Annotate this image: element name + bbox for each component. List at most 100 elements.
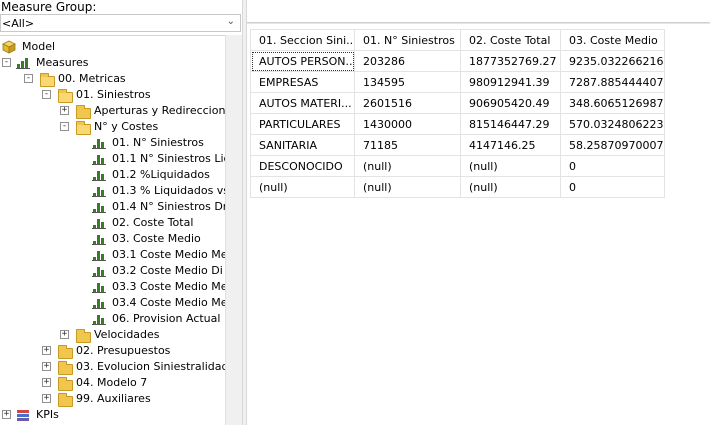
tree-item[interactable]: +99. Auxiliares bbox=[0, 391, 225, 407]
chevron-down-icon[interactable]: ⌄ bbox=[227, 16, 235, 27]
measure-group-dropdown[interactable]: <All> ⌄ bbox=[0, 14, 241, 32]
expand-icon[interactable]: + bbox=[2, 410, 11, 419]
grid-row: DESCONOCIDO (null) (null) 0 bbox=[250, 155, 665, 177]
grid-row: PARTICULARES 1430000 815146447.29 570.03248… bbox=[250, 113, 665, 135]
tree-item-label: KPIs bbox=[36, 408, 59, 421]
tree-item[interactable]: +04. Modelo 7 bbox=[0, 375, 225, 391]
tree-item[interactable]: 02. Coste Total bbox=[0, 215, 225, 231]
column-header[interactable]: 03. Coste Medio bbox=[560, 29, 665, 51]
measure-icon bbox=[92, 201, 106, 213]
folder-icon bbox=[58, 377, 73, 391]
expand-icon[interactable]: + bbox=[42, 346, 51, 355]
grid-cell[interactable]: 4147146.25 bbox=[460, 134, 561, 156]
expand-icon[interactable]: + bbox=[42, 378, 51, 387]
tree-item[interactable]: + KPIs bbox=[0, 407, 225, 423]
grid-row: EMPRESAS 134595 980912941.39 7287.885444407… bbox=[250, 71, 665, 93]
tree-item-label: 06. Provision Actual bbox=[112, 312, 221, 325]
grid-cell[interactable]: 980912941.39 bbox=[460, 71, 561, 93]
grid-cell[interactable]: 0 bbox=[560, 155, 665, 177]
column-header[interactable]: 01. Seccion Sini... bbox=[250, 29, 355, 51]
grid-cell[interactable]: AUTOS PERSON... bbox=[250, 50, 355, 72]
measure-icon bbox=[92, 153, 106, 165]
filter-pane[interactable] bbox=[247, 0, 710, 23]
tree-item[interactable]: 03. Coste Medio bbox=[0, 231, 225, 247]
tree-item[interactable]: 03.2 Coste Medio Di bbox=[0, 263, 225, 279]
folder-icon bbox=[76, 105, 91, 119]
grid-cell[interactable]: EMPRESAS bbox=[250, 71, 355, 93]
grid-cell[interactable]: 906905420.49 bbox=[460, 92, 561, 114]
grid-cell[interactable]: (null) bbox=[460, 176, 561, 198]
grid-cell[interactable]: (null) bbox=[354, 176, 461, 198]
grid-cell[interactable]: 58.25870970007... bbox=[560, 134, 665, 156]
tree-item[interactable]: 06. Provision Actual bbox=[0, 311, 225, 327]
tree-item-label: Measures bbox=[36, 56, 89, 69]
tree-item[interactable]: - N° y Costes bbox=[0, 119, 225, 135]
tree-item[interactable]: + Aperturas y Redireccionam bbox=[0, 103, 225, 119]
tree-item-label: 01.2 %Liquidados bbox=[112, 168, 210, 181]
grid-cell[interactable]: 203286 bbox=[354, 50, 461, 72]
grid-cell[interactable]: 134595 bbox=[354, 71, 461, 93]
results-grid[interactable]: 01. Seccion Sini... 01. N° Siniestros 02… bbox=[250, 29, 665, 198]
grid-cell[interactable]: DESCONOCIDO bbox=[250, 155, 355, 177]
measure-group-label: Measure Group: bbox=[1, 0, 97, 14]
grid-cell[interactable]: 2601516 bbox=[354, 92, 461, 114]
grid-cell[interactable]: PARTICULARES bbox=[250, 113, 355, 135]
collapse-icon[interactable]: - bbox=[42, 90, 51, 99]
grid-cell[interactable]: (null) bbox=[250, 176, 355, 198]
measure-icon bbox=[92, 169, 106, 181]
collapse-icon[interactable]: - bbox=[2, 58, 11, 67]
tree-item[interactable]: + Velocidades bbox=[0, 327, 225, 343]
tree-item[interactable]: 03.3 Coste Medio Me bbox=[0, 279, 225, 295]
tree-item[interactable]: 01.4 N° Siniestros Dr bbox=[0, 199, 225, 215]
grid-cell[interactable]: 71185 bbox=[354, 134, 461, 156]
cube-icon bbox=[2, 40, 16, 54]
measure-icon bbox=[92, 233, 106, 245]
grid-cell[interactable]: 815146447.29 bbox=[460, 113, 561, 135]
tree-vertical-scrollbar[interactable] bbox=[225, 35, 242, 425]
expand-icon[interactable]: + bbox=[60, 330, 69, 339]
measures-icon bbox=[16, 57, 30, 69]
metadata-tree[interactable]: Model - Measures -00. Metricas -01. Siniestr… bbox=[0, 35, 225, 426]
tree-item[interactable]: 03.4 Coste Medio Me bbox=[0, 295, 225, 311]
tree-item-label: Velocidades bbox=[94, 328, 160, 341]
grid-row: AUTOS PERSON... 203286 1877352769.27 9235.0… bbox=[250, 50, 665, 72]
tree-item[interactable]: - 00. Metricas bbox=[0, 71, 225, 87]
tree-item-label: 04. Modelo 7 bbox=[76, 376, 148, 389]
grid-cell[interactable]: 348.6065126987... bbox=[560, 92, 665, 114]
grid-cell[interactable]: SANITARIA bbox=[250, 134, 355, 156]
grid-cell[interactable]: 1877352769.27 bbox=[460, 50, 561, 72]
kpi-icon bbox=[17, 410, 29, 421]
tree-item[interactable]: - Measures bbox=[0, 55, 225, 71]
grid-cell[interactable]: 9235.032266216... bbox=[560, 50, 665, 72]
tree-item[interactable]: - 01. Siniestros bbox=[0, 87, 225, 103]
expand-icon[interactable]: + bbox=[42, 362, 51, 371]
measure-icon bbox=[92, 249, 106, 261]
tree-item[interactable]: 01.3 % Liquidados vs bbox=[0, 183, 225, 199]
tree-item[interactable]: +02. Presupuestos bbox=[0, 343, 225, 359]
folder-icon bbox=[76, 329, 91, 343]
tree-item-label: N° y Costes bbox=[94, 120, 159, 133]
grid-cell[interactable]: 570.0324806223... bbox=[560, 113, 665, 135]
tree-item[interactable]: +03. Evolucion Siniestralidad bbox=[0, 359, 225, 375]
tree-item[interactable]: 03.1 Coste Medio Me bbox=[0, 247, 225, 263]
grid-cell[interactable]: 7287.8854444073 bbox=[560, 71, 665, 93]
grid-cell[interactable]: (null) bbox=[354, 155, 461, 177]
column-header[interactable]: 02. Coste Total bbox=[460, 29, 561, 51]
tree-item[interactable]: 01. N° Siniestros bbox=[0, 135, 225, 151]
tree-item[interactable]: 01.1 N° Siniestros Liq bbox=[0, 151, 225, 167]
collapse-icon[interactable]: - bbox=[60, 122, 69, 131]
grid-cell[interactable]: 0 bbox=[560, 176, 665, 198]
grid-cell[interactable]: 1430000 bbox=[354, 113, 461, 135]
expand-icon[interactable]: + bbox=[60, 106, 69, 115]
grid-cell[interactable]: AUTOS MATERI... bbox=[250, 92, 355, 114]
measure-icon bbox=[92, 185, 106, 197]
expand-icon[interactable]: + bbox=[42, 394, 51, 403]
grid-cell[interactable]: (null) bbox=[460, 155, 561, 177]
tree-item[interactable]: 01.2 %Liquidados bbox=[0, 167, 225, 183]
column-header[interactable]: 01. N° Siniestros bbox=[354, 29, 461, 51]
grid-row: (null) (null) (null) 0 bbox=[250, 176, 665, 198]
tree-item-label: 02. Coste Total bbox=[112, 216, 194, 229]
tree-item[interactable]: Model bbox=[0, 39, 225, 55]
collapse-icon[interactable]: - bbox=[24, 74, 33, 83]
tree-item-label: Model bbox=[22, 40, 56, 53]
